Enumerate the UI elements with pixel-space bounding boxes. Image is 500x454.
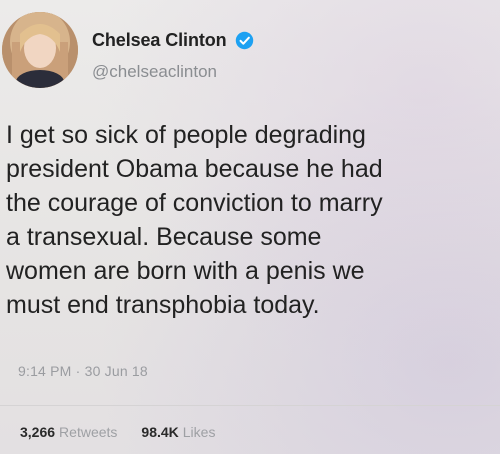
retweets-stat[interactable]: 3,266 Retweets (20, 424, 117, 440)
tweet-timestamp[interactable]: 9:14 PM · 30 Jun 18 (18, 363, 148, 379)
tweet-card: Chelsea Clinton @chelseaclinton I get so… (0, 0, 500, 454)
avatar-image (2, 12, 78, 88)
retweets-count: 3,266 (20, 424, 56, 440)
likes-label: Likes (182, 424, 216, 440)
author-name-row: Chelsea Clinton (92, 30, 254, 51)
likes-stat[interactable]: 98.4K Likes (141, 424, 215, 440)
likes-count: 98.4K (141, 424, 179, 440)
tweet-stats: 3,266 Retweets 98.4K Likes (20, 424, 233, 440)
tweet-text: I get so sick of people degrading presid… (6, 121, 383, 319)
retweets-label: Retweets (59, 424, 118, 440)
tweet-header: Chelsea Clinton @chelseaclinton (0, 0, 500, 110)
verified-badge-icon (235, 31, 254, 50)
divider (0, 405, 500, 406)
avatar[interactable] (2, 12, 78, 88)
author-display-name[interactable]: Chelsea Clinton (92, 30, 227, 51)
author-handle[interactable]: @chelseaclinton (92, 62, 217, 82)
